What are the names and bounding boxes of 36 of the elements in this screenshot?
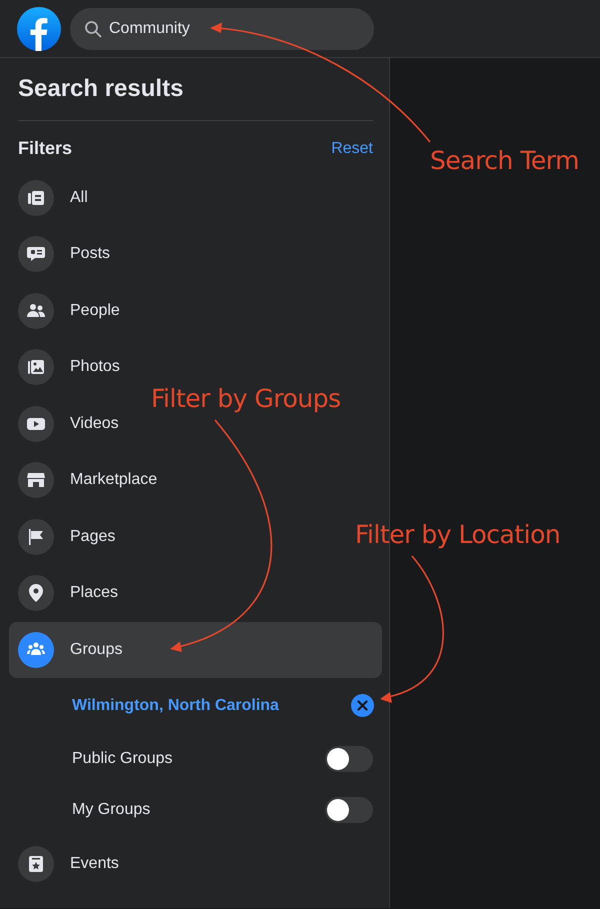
pin-icon xyxy=(18,575,54,611)
clear-button[interactable] xyxy=(351,694,374,717)
search-field[interactable]: Community xyxy=(70,8,374,50)
panel-title: Search results xyxy=(17,74,184,104)
filter-item[interactable]: Groups xyxy=(9,622,382,678)
close-icon xyxy=(357,700,368,711)
filter-item[interactable]: Photos xyxy=(9,339,132,395)
search-icon xyxy=(84,20,102,38)
filter-item[interactable]: Events xyxy=(9,836,131,892)
calendar-icon xyxy=(18,846,54,882)
location-link[interactable]: Wilmington, North Carolina xyxy=(72,696,279,714)
annotation-label: Search Term xyxy=(430,146,579,175)
filter-item[interactable]: Videos xyxy=(9,396,131,452)
filter-item[interactable]: Marketplace xyxy=(9,452,170,508)
cards-icon xyxy=(18,180,54,216)
filter-item[interactable]: Pages xyxy=(9,508,128,564)
photo-icon xyxy=(18,349,54,385)
reset-link[interactable]: Reset xyxy=(331,140,373,158)
chat-bubble-icon xyxy=(18,236,54,272)
filters-heading: Filters xyxy=(18,138,72,159)
people-icon xyxy=(18,292,54,328)
toggle-switch[interactable] xyxy=(325,797,373,823)
group-icon xyxy=(18,632,54,668)
filter-item[interactable]: All xyxy=(9,170,100,226)
toggle-switch[interactable] xyxy=(325,746,373,772)
store-icon xyxy=(18,462,54,498)
toggle-label: My Groups xyxy=(72,801,150,819)
toggle-label: Public Groups xyxy=(72,750,172,768)
filter-item[interactable]: Places xyxy=(9,565,130,621)
annotation-label: Filter by Groups xyxy=(151,384,341,413)
flag-icon xyxy=(18,518,54,554)
play-icon xyxy=(18,406,54,442)
annotation-label: Filter by Location xyxy=(355,520,560,549)
filter-item[interactable]: People xyxy=(9,282,132,338)
logo-icon[interactable] xyxy=(17,6,61,50)
filter-item[interactable]: Posts xyxy=(9,226,122,282)
